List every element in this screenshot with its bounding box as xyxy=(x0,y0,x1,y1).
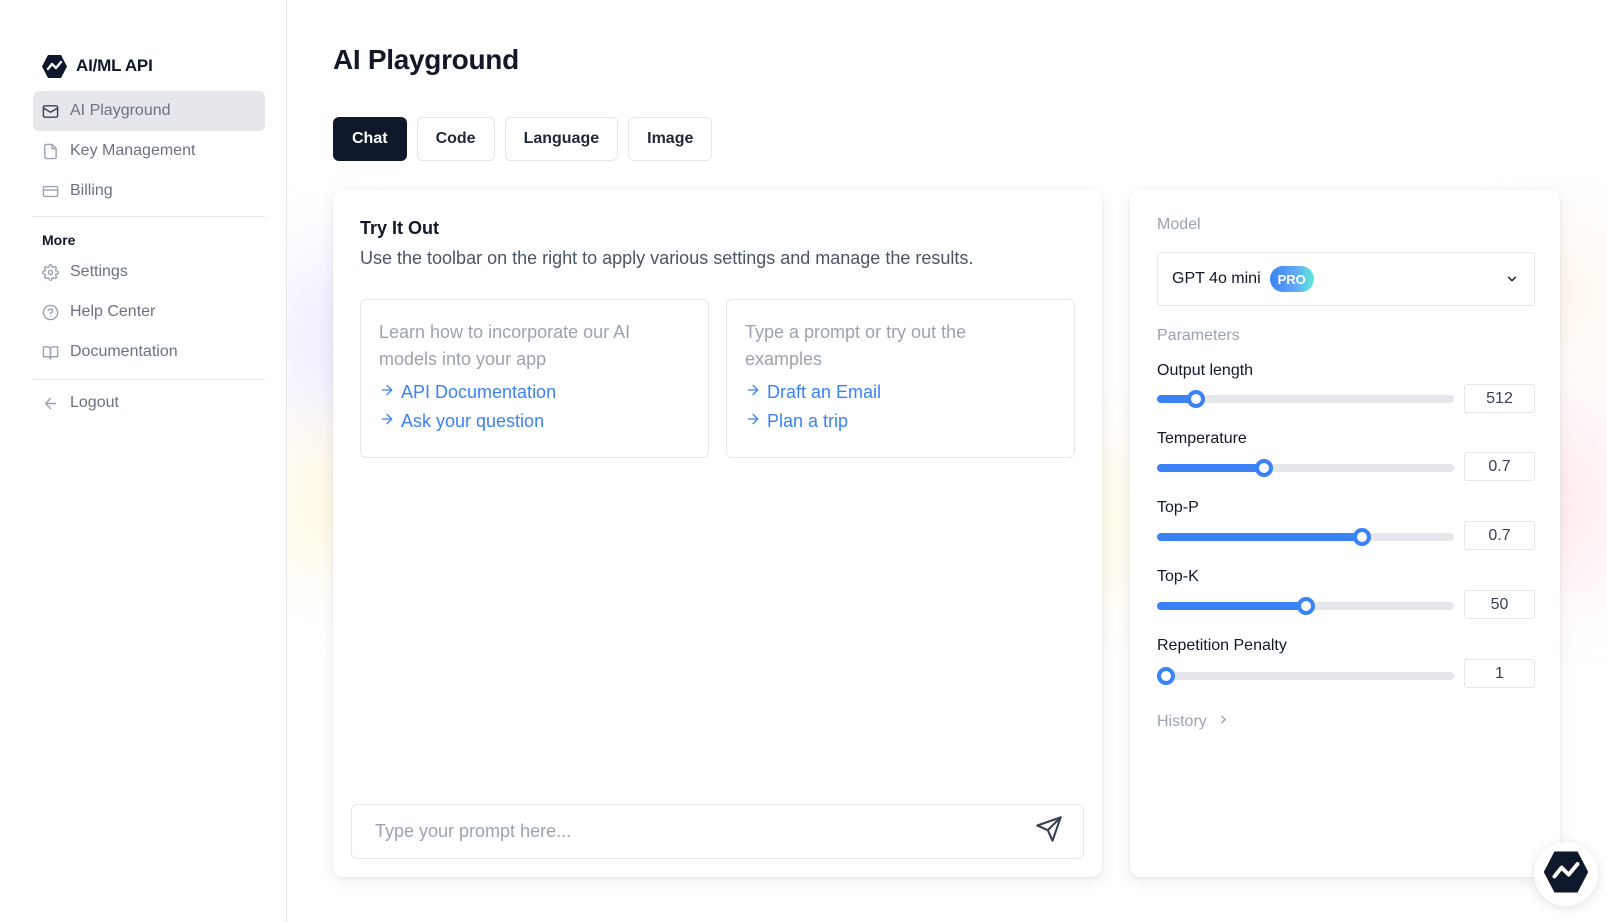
settings-panel: Model GPT 4o mini PRO Parameters Output … xyxy=(1130,190,1560,877)
slider-thumb[interactable] xyxy=(1156,667,1175,685)
model-label: Model xyxy=(1157,216,1201,233)
history-label: History xyxy=(1157,713,1207,730)
book-icon xyxy=(42,344,59,361)
send-icon xyxy=(1035,815,1063,848)
slider-fill xyxy=(1157,602,1306,610)
aimlapi-logo-icon xyxy=(40,53,68,79)
slider-thumb[interactable] xyxy=(1186,390,1205,408)
brand-name: AI/ML API xyxy=(76,56,153,75)
sidebar-section-more: More xyxy=(42,232,76,248)
arrow-right-icon xyxy=(379,382,395,403)
example-link-label: API Documentation xyxy=(401,382,557,402)
example-card-docs: Learn how to incorporate our AI models i… xyxy=(360,299,709,458)
top-k-slider[interactable] xyxy=(1157,597,1454,615)
chevron-right-icon xyxy=(1217,713,1230,731)
example-link-label: Draft an Email xyxy=(767,382,882,402)
try-it-out-subtitle: Use the toolbar on the right to apply va… xyxy=(360,248,974,268)
sidebar-item-label: Settings xyxy=(70,263,128,280)
pro-badge: PRO xyxy=(1269,266,1314,292)
param-label-top-p: Top-P xyxy=(1157,499,1199,516)
page-title: AI Playground xyxy=(333,44,519,75)
slider-fill xyxy=(1157,533,1362,541)
example-description: Learn how to incorporate our AI models i… xyxy=(379,322,631,369)
try-it-out-title: Try It Out xyxy=(360,218,440,238)
gear-icon xyxy=(42,263,59,281)
logout-button[interactable]: Logout xyxy=(33,383,265,423)
tab-chat[interactable]: Chat xyxy=(333,117,407,161)
mail-icon xyxy=(42,103,59,120)
sidebar-item-help-center[interactable]: Help Center xyxy=(33,292,265,332)
history-toggle[interactable]: History xyxy=(1157,713,1230,731)
brand[interactable]: AI/ML API xyxy=(40,52,153,80)
example-link-plan-trip[interactable]: Plan a trip xyxy=(745,411,1056,432)
output-length-value[interactable]: 512 xyxy=(1464,384,1535,413)
arrow-right-icon xyxy=(745,411,761,432)
sidebar-divider xyxy=(33,216,265,217)
prompt-box xyxy=(351,804,1084,859)
credit-card-icon xyxy=(42,183,59,200)
repetition-penalty-slider[interactable] xyxy=(1156,667,1454,685)
sidebar-divider xyxy=(33,379,265,380)
example-description: Type a prompt or try out the examples xyxy=(745,322,967,369)
top-k-value[interactable]: 50 xyxy=(1464,590,1535,619)
tab-language[interactable]: Language xyxy=(504,117,619,161)
example-link-api-documentation[interactable]: API Documentation xyxy=(379,382,690,403)
param-label-repetition-penalty: Repetition Penalty xyxy=(1157,637,1287,654)
sidebar-item-label: Documentation xyxy=(70,343,178,360)
support-chat-button[interactable] xyxy=(1534,842,1598,906)
example-link-ask-question[interactable]: Ask your question xyxy=(379,411,690,432)
repetition-penalty-value[interactable]: 1 xyxy=(1464,659,1535,688)
slider-thumb[interactable] xyxy=(1254,459,1273,477)
sidebar-item-label: Help Center xyxy=(70,303,156,320)
model-select[interactable]: GPT 4o mini PRO xyxy=(1157,252,1535,306)
help-circle-icon xyxy=(42,304,59,321)
file-icon xyxy=(42,143,59,160)
tab-image[interactable]: Image xyxy=(628,117,713,161)
param-label-top-k: Top-K xyxy=(1157,568,1199,585)
aimlapi-logo-icon xyxy=(1542,849,1590,900)
arrow-right-icon xyxy=(379,411,395,432)
sidebar-item-label: AI Playground xyxy=(70,102,171,119)
param-label-output-length: Output length xyxy=(1157,362,1254,379)
output-length-slider[interactable] xyxy=(1157,390,1454,408)
example-link-label: Plan a trip xyxy=(767,411,849,431)
sidebar-item-key-management[interactable]: Key Management xyxy=(33,131,265,171)
arrow-left-icon xyxy=(42,395,59,412)
sidebar-item-settings[interactable]: Settings xyxy=(33,252,265,292)
sidebar: AI/ML API AI Playground Key Management B… xyxy=(0,0,287,922)
top-p-value[interactable]: 0.7 xyxy=(1464,521,1535,550)
parameters-label: Parameters xyxy=(1157,327,1240,344)
prompt-input[interactable] xyxy=(352,805,1029,858)
top-p-slider[interactable] xyxy=(1157,528,1454,546)
arrow-right-icon xyxy=(745,382,761,403)
slider-thumb[interactable] xyxy=(1296,597,1315,615)
send-button[interactable] xyxy=(1029,812,1069,852)
model-name: GPT 4o mini xyxy=(1172,270,1261,287)
tab-bar: Chat Code Language Image xyxy=(333,117,713,161)
temperature-value[interactable]: 0.7 xyxy=(1464,452,1535,481)
slider-fill xyxy=(1157,464,1264,472)
chat-panel: Try It Out Use the toolbar on the right … xyxy=(333,190,1102,877)
temperature-slider[interactable] xyxy=(1157,459,1454,477)
sidebar-item-billing[interactable]: Billing xyxy=(33,171,265,211)
slider-thumb[interactable] xyxy=(1352,528,1371,546)
chevron-down-icon xyxy=(1504,271,1520,287)
sidebar-item-label: Billing xyxy=(70,182,113,199)
app-root: AI/ML API AI Playground Key Management B… xyxy=(0,0,1607,922)
logout-label: Logout xyxy=(70,394,119,411)
sidebar-item-documentation[interactable]: Documentation xyxy=(33,332,265,372)
sidebar-item-ai-playground[interactable]: AI Playground xyxy=(33,91,265,131)
example-link-draft-email[interactable]: Draft an Email xyxy=(745,382,1056,403)
example-card-prompts: Type a prompt or try out the examples Dr… xyxy=(726,299,1075,458)
param-label-temperature: Temperature xyxy=(1157,430,1247,447)
sidebar-item-label: Key Management xyxy=(70,142,196,159)
tab-code[interactable]: Code xyxy=(416,117,495,161)
example-link-label: Ask your question xyxy=(401,411,545,431)
